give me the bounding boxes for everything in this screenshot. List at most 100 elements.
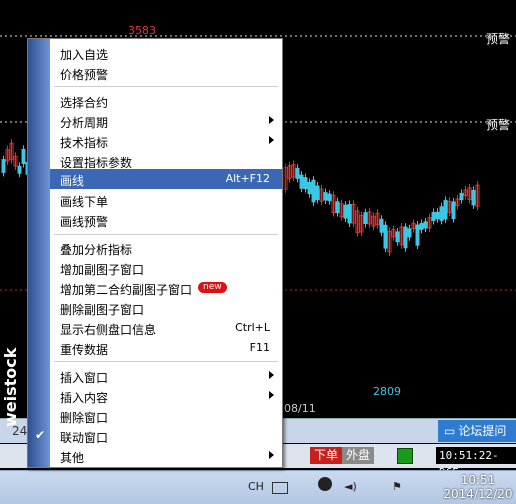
menu-item-label: 其他 (60, 451, 85, 465)
candle-body (315, 185, 320, 200)
menu-item-label: 技术指标 (60, 136, 109, 150)
menu-item-label: 联动窗口 (60, 431, 109, 445)
menu-item-overlay-indicator[interactable]: 叠加分析指标 (50, 238, 282, 258)
status-time: 10:51:22-DCE (436, 447, 516, 479)
volume-icon[interactable]: ◄) (344, 480, 357, 493)
checkmark-icon: ✔ (35, 428, 46, 442)
taskbar-clock[interactable]: 10:51 2014/12/20 (440, 473, 516, 501)
forum-link-label: 论坛提问 (458, 424, 507, 438)
candle-body (415, 224, 420, 246)
candle-body (1, 159, 6, 173)
order-button[interactable]: 下单 (310, 447, 343, 464)
submenu-arrow-icon (269, 391, 274, 399)
menu-item-label: 显示右侧盘口信息 (60, 323, 157, 337)
low-price-label: 2809 (373, 385, 401, 398)
menu-item-delete-window[interactable]: 删除窗口 (50, 406, 282, 426)
menu-separator (54, 361, 278, 362)
menu-item-draw-line[interactable]: 画线 Alt+F12 (50, 169, 282, 189)
menu-item-add-second-contract-subwindow[interactable]: 增加第二合约副图子窗口 new (50, 278, 282, 298)
menu-item-insert-content[interactable]: 插入内容 (50, 386, 282, 406)
submenu-arrow-icon (269, 116, 274, 124)
candle-body (295, 167, 300, 179)
menu-item-select-contract[interactable]: 选择合约 (50, 91, 282, 111)
submenu-arrow-icon (269, 136, 274, 144)
candle-body (307, 181, 312, 195)
menu-item-shortcut: Ctrl+L (235, 321, 270, 334)
new-badge: new (198, 282, 227, 293)
menu-item-other[interactable]: 其他 (50, 446, 282, 466)
menu-item-label: 插入窗口 (60, 371, 109, 385)
connection-icon (397, 448, 413, 464)
menu-item-indicator-params[interactable]: 设置指标参数 (50, 151, 282, 171)
menu-separator (54, 234, 278, 235)
menu-item-shortcut: F11 (249, 341, 270, 354)
submenu-arrow-icon (269, 451, 274, 459)
keyboard-icon[interactable] (272, 482, 288, 494)
alert-label-lower: 预警 (486, 118, 511, 132)
menu-item-label: 删除窗口 (60, 411, 109, 425)
qq-icon[interactable] (318, 477, 332, 491)
menu-item-reload-data[interactable]: 重传数据 F11 (50, 338, 282, 358)
candle-body (343, 204, 348, 219)
candle-body (335, 201, 340, 214)
clock-time: 10:51 (460, 473, 496, 487)
alert-label-upper: 预警 (486, 32, 511, 46)
menu-brand-label: weistock (1, 347, 20, 427)
chat-icon: ▭ (444, 424, 456, 438)
menu-item-draw-line-order[interactable]: 画线下单 (50, 190, 282, 210)
menu-item-delete-subwindow[interactable]: 删除副图子窗口 (50, 298, 282, 318)
menu-item-analysis-period[interactable]: 分析周期 (50, 111, 282, 131)
candle-body (383, 224, 388, 249)
menu-item-label: 叠加分析指标 (60, 243, 133, 257)
candle-body (299, 174, 304, 189)
menu-item-draw-line-alert[interactable]: 画线预警 (50, 210, 282, 230)
menu-item-label: 画线预警 (60, 215, 109, 229)
candle-body (311, 179, 316, 203)
menu-brand-bar: weistock (1, 39, 50, 467)
candle-body (471, 189, 476, 206)
menu-item-label: 插入内容 (60, 391, 109, 405)
menu-item-label: 分析周期 (60, 116, 109, 130)
menu-item-label: 重传数据 (60, 343, 109, 357)
candle-body (459, 192, 464, 201)
ime-indicator[interactable]: CH (248, 480, 264, 493)
top-price-label: 3583 (128, 24, 156, 37)
menu-item-label: 价格预警 (60, 68, 109, 82)
outer-disk-button[interactable]: 外盘 (342, 447, 375, 464)
menu-item-label: 删除副图子窗口 (60, 303, 145, 317)
flag-icon[interactable]: ⚑ (392, 480, 402, 493)
menu-item-label: 画线 (60, 174, 85, 188)
candle-body (395, 231, 400, 243)
candle-body (439, 206, 444, 221)
menu-item-label: 加入自选 (60, 48, 109, 62)
candle-body (303, 177, 308, 190)
menu-item-price-alert[interactable]: 价格预警 (50, 63, 282, 83)
menu-item-label: 增加第二合约副图子窗口 (60, 283, 193, 297)
menu-item-insert-window[interactable]: 插入窗口 (50, 366, 282, 386)
menu-item-label: 选择合约 (60, 96, 109, 110)
candle-body (347, 204, 352, 224)
menu-item-add-watchlist[interactable]: 加入自选 (50, 43, 282, 63)
candle-body (431, 211, 436, 221)
menu-separator (54, 86, 278, 87)
menu-item-indicators[interactable]: 技术指标 (50, 131, 282, 151)
date-axis-label: 08/11 (284, 402, 316, 415)
menu-item-shortcut: Alt+F12 (225, 172, 270, 185)
candle-body (407, 228, 412, 238)
candle-body (363, 212, 368, 225)
forum-link[interactable]: ▭ 论坛提问 (438, 420, 516, 442)
menu-item-link-windows[interactable]: ✔ 联动窗口 (35, 426, 282, 446)
candle-body (403, 226, 408, 249)
submenu-arrow-icon (269, 371, 274, 379)
candle-body (423, 221, 428, 229)
menu-item-show-right-panel[interactable]: 显示右侧盘口信息 Ctrl+L (50, 318, 282, 338)
candle-body (327, 193, 332, 202)
menu-item-label: 增加副图子窗口 (60, 263, 145, 277)
candle-body (323, 192, 328, 201)
menu-item-add-subwindow[interactable]: 增加副图子窗口 (50, 258, 282, 278)
context-menu: weistock 加入自选 价格预警 选择合约 分析周期 技术指标 设置指标参数… (1, 38, 283, 468)
candle-body (17, 165, 22, 174)
candle-body (451, 201, 456, 219)
candle-body (21, 148, 26, 164)
candle-body (435, 211, 440, 220)
